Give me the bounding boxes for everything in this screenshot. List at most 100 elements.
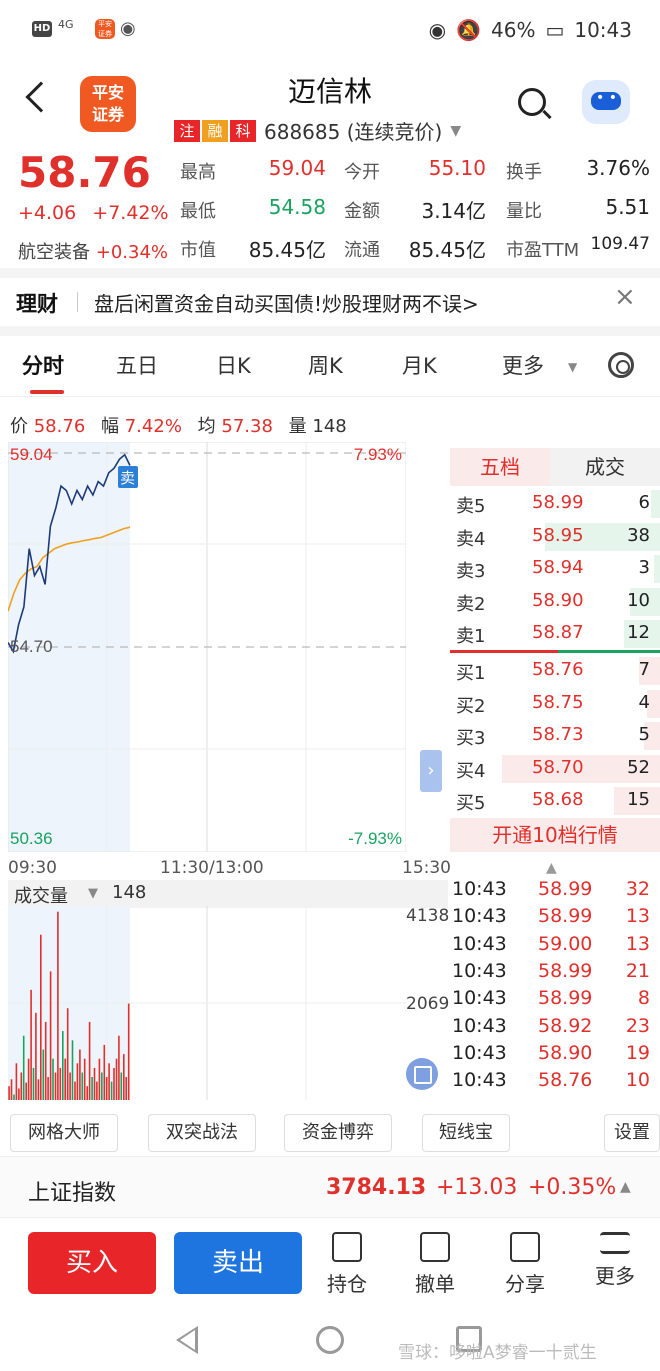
trade-price: 58.99	[538, 987, 593, 1010]
chart-top-pct: 7.93%	[354, 445, 402, 464]
volume-bar	[20, 1072, 23, 1100]
time-mid: 11:30/13:00	[160, 858, 264, 878]
bid-row[interactable]: 买3 58.73 5	[450, 720, 660, 752]
bid-row[interactable]: 买5 58.68 15	[450, 785, 660, 817]
volume-bar	[44, 1021, 47, 1100]
tool-bar: 网格大师 双突战法 资金博弈 短线宝 设置	[0, 1112, 660, 1156]
ask-row[interactable]: 卖3 58.94 3	[450, 553, 660, 585]
nav-cancel[interactable]: 撤单	[400, 1232, 470, 1297]
volume-bar	[42, 1049, 45, 1100]
watermark: 雪球：哆啦A梦睿一十贰生	[398, 1343, 597, 1363]
battery-percent: 46%	[491, 18, 536, 42]
level-label: 卖3	[456, 561, 486, 582]
bid-row[interactable]: 买1 58.76 7	[450, 655, 660, 687]
chevron-down-icon[interactable]: ▼	[568, 360, 577, 374]
ask-row[interactable]: 卖1 58.87 12	[450, 618, 660, 650]
nav-positions[interactable]: 持仓	[312, 1232, 382, 1297]
bid-row[interactable]: 买4 58.70 52	[450, 753, 660, 785]
level-price: 58.75	[532, 691, 584, 713]
volume-bar	[8, 1086, 10, 1100]
time-open: 09:30	[8, 858, 57, 878]
app-notification-icon: 平安 证券	[95, 19, 115, 39]
quote-label: 最高	[180, 162, 216, 183]
tab-more[interactable]: 更多	[502, 350, 544, 380]
back-nav-icon[interactable]	[176, 1326, 198, 1354]
menu-icon	[600, 1232, 630, 1254]
chevron-down-icon[interactable]: ▼	[450, 123, 461, 139]
tool-short-term[interactable]: 短线宝	[422, 1114, 510, 1152]
nav-more[interactable]: 更多	[580, 1232, 650, 1289]
quote-label: 换手	[506, 162, 542, 183]
volume-bar	[86, 1086, 88, 1100]
trade-row: 10:43 59.00 13	[452, 933, 652, 960]
tab-five-day[interactable]: 五日	[116, 350, 158, 380]
ask-row[interactable]: 卖5 58.99 6	[450, 488, 660, 520]
tab-intraday[interactable]: 分时	[22, 350, 64, 380]
chart-top-price: 59.04	[10, 445, 53, 464]
volume-bar	[22, 1035, 25, 1100]
tab-five-levels[interactable]: 五档	[450, 448, 550, 486]
divider	[0, 326, 660, 336]
clock: 10:43	[574, 18, 632, 42]
sell-button[interactable]: 卖出	[174, 1232, 302, 1294]
tab-monthly-k[interactable]: 月K	[402, 350, 437, 380]
sell-marker[interactable]: 卖	[120, 469, 135, 487]
trade-volume: 13	[625, 932, 650, 955]
trade-row: 10:43 58.99 8	[452, 987, 652, 1014]
nav-share[interactable]: 分享	[490, 1232, 560, 1297]
stock-tags[interactable]: 注 融 科 688685 (连续竞价) ▼	[174, 116, 461, 145]
chart-mid-price: 54.70	[10, 637, 53, 656]
volume-bar	[54, 1072, 57, 1100]
quote-value: 5.51	[605, 195, 650, 219]
index-name: 上证指数	[28, 1181, 117, 1206]
volume-bar	[62, 1031, 64, 1100]
sector-info[interactable]: 航空装备 +0.34%	[18, 238, 168, 264]
level-volume: 6	[638, 492, 650, 513]
ask-row[interactable]: 卖2 58.90 10	[450, 586, 660, 618]
level-price: 58.68	[532, 789, 584, 810]
scroll-up-icon[interactable]: ▲	[546, 860, 557, 876]
info-avg: 57.38	[221, 416, 273, 437]
tool-grid-master[interactable]: 网格大师	[10, 1114, 118, 1152]
volume-header[interactable]: 成交量 ▼ 148	[8, 880, 448, 908]
intraday-chart[interactable]: 59.04 7.93% 54.70 50.36 -7.93% 卖	[8, 442, 406, 852]
trade-price: 58.99	[538, 905, 593, 928]
news-label: 理财	[16, 292, 58, 316]
assistant-robot-icon[interactable]	[582, 80, 630, 124]
bid-row[interactable]: 买2 58.75 4	[450, 688, 660, 720]
ask-row[interactable]: 卖4 58.95 38	[450, 521, 660, 553]
chevron-up-icon[interactable]: ▲	[620, 1179, 631, 1195]
close-icon[interactable]: ×	[614, 282, 636, 312]
volume-bar	[76, 1063, 79, 1100]
gear-icon[interactable]	[608, 352, 634, 378]
trade-time: 10:43	[452, 959, 507, 982]
index-ticker[interactable]: 上证指数 3784.13 +13.03 +0.35% ▲	[0, 1156, 660, 1218]
volume-bar	[52, 1058, 54, 1100]
buy-button[interactable]: 买入	[28, 1232, 156, 1294]
tool-settings[interactable]: 设置	[604, 1114, 660, 1152]
tab-daily-k[interactable]: 日K	[216, 350, 251, 380]
level-volume: 52	[627, 756, 650, 778]
volume-label: 成交量	[14, 886, 68, 907]
level-label: 卖5	[456, 496, 486, 517]
open-10-level-button[interactable]: 开通10档行情	[450, 818, 660, 852]
tool-double-breakout[interactable]: 双突战法	[148, 1114, 256, 1152]
tab-weekly-k[interactable]: 周K	[308, 350, 343, 380]
info-range: 7.42%	[124, 416, 182, 437]
news-link[interactable]: 盘后闲置资金自动买国债!炒股理财两不误>	[94, 288, 479, 317]
fullscreen-icon[interactable]	[406, 1058, 438, 1090]
expand-chevron-icon[interactable]: ›	[420, 750, 442, 792]
bottom-action-bar: 买入 卖出 持仓 撤单 分享 更多	[0, 1226, 660, 1310]
tool-fund-game[interactable]: 资金博弈	[284, 1114, 392, 1152]
signal-indicator: 4G	[58, 18, 74, 31]
tab-trades[interactable]: 成交	[550, 448, 660, 486]
chevron-down-icon[interactable]: ▼	[88, 886, 98, 901]
home-nav-icon[interactable]	[316, 1326, 344, 1354]
tag-financing: 融	[202, 119, 228, 142]
trade-row: 10:43 58.99 13	[452, 905, 652, 932]
quote-value: 3.76%	[586, 156, 650, 180]
search-icon[interactable]	[518, 88, 546, 116]
volume-bar	[93, 1067, 96, 1100]
quote-value: 59.04	[268, 156, 326, 180]
level-label: 买4	[456, 760, 486, 782]
